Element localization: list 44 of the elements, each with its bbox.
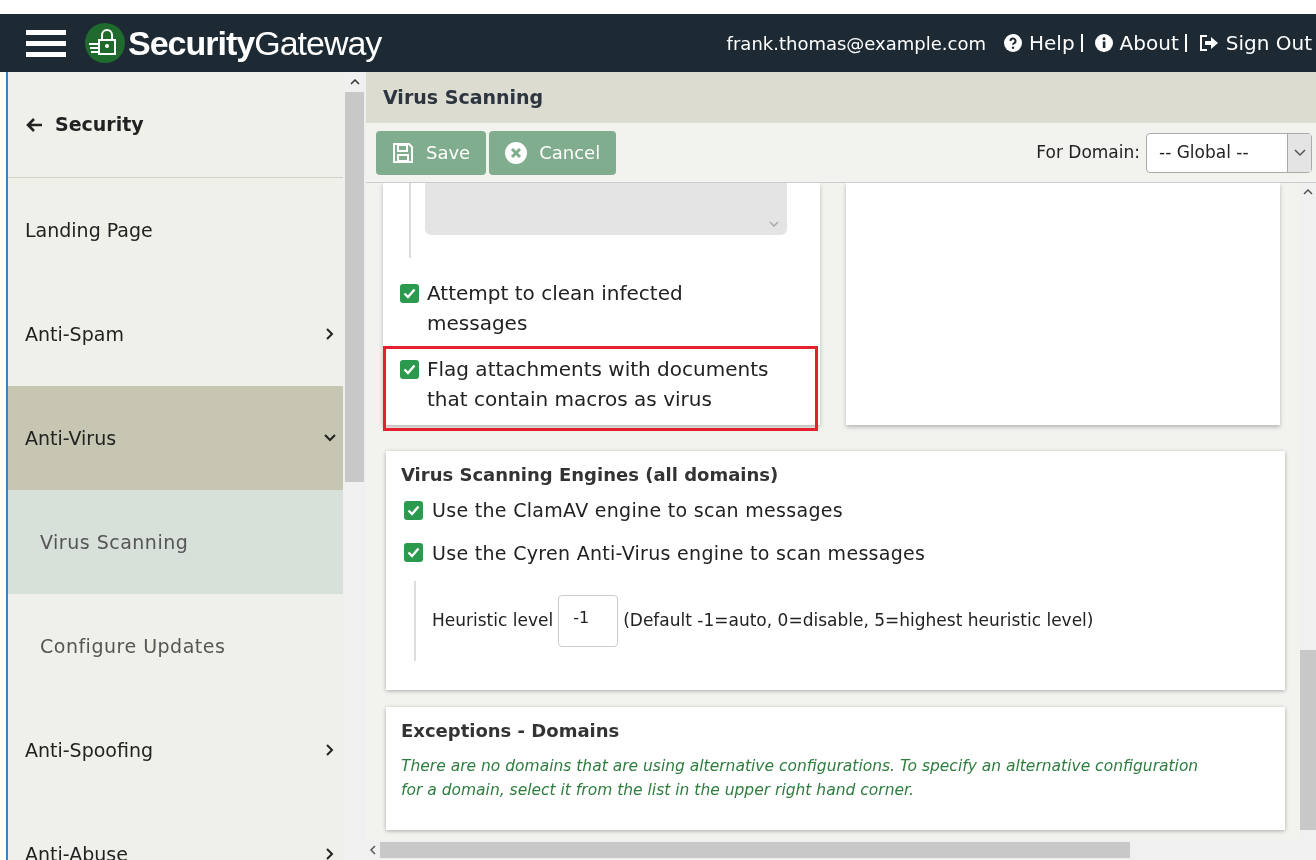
- sidebar-item[interactable]: Virus Scanning: [8, 490, 343, 594]
- scroll-up-icon[interactable]: [349, 79, 360, 85]
- checkbox[interactable]: [404, 500, 423, 520]
- back-arrow-icon: [25, 116, 43, 133]
- sidebar-item[interactable]: Anti-Spoofing: [8, 698, 343, 802]
- sidebar-item[interactable]: Anti-Virus: [8, 386, 343, 490]
- card-title: Exceptions - Domains: [401, 719, 621, 743]
- scroll-left-icon[interactable]: [370, 845, 376, 855]
- heuristic-label: Heuristic level: [432, 609, 554, 633]
- header-link[interactable]: Help: [1004, 28, 1075, 58]
- sidebar-item[interactable]: Landing Page: [8, 178, 343, 282]
- close-icon: [505, 141, 528, 164]
- page-title: Virus Scanning: [383, 85, 544, 111]
- sidebar-scrollbar[interactable]: [343, 72, 366, 860]
- header-link[interactable]: About: [1094, 28, 1179, 58]
- option-label: Use the ClamAV engine to scan messages: [432, 498, 843, 523]
- heuristic-level-field[interactable]: -1: [558, 595, 619, 647]
- domain-dropdown[interactable]: -- Global --: [1146, 132, 1312, 173]
- checkbox[interactable]: [400, 360, 419, 379]
- option-label: Use the Cyren Anti-Virus engine to scan messages: [432, 540, 926, 566]
- scrollbar-thumb[interactable]: [380, 842, 1130, 858]
- checkbox[interactable]: [404, 543, 423, 563]
- menu-icon[interactable]: [26, 28, 66, 58]
- sidebar-item[interactable]: Configure Updates: [8, 594, 343, 698]
- heuristic-hint: (Default -1=auto, 0=disable, 5=highest heuristic level): [623, 609, 1094, 633]
- option-label: Flag attachments with documents that contain macros as virus: [427, 356, 770, 413]
- chevron-down-icon: [1287, 133, 1311, 172]
- scrollbar-thumb[interactable]: [1300, 650, 1316, 830]
- user-email: frank.thomas@example.com: [726, 31, 986, 56]
- domain-label: For Domain:: [1036, 140, 1140, 164]
- sidebar-item[interactable]: Anti-Spam: [8, 282, 343, 386]
- padlock-logo-icon: [84, 22, 126, 64]
- info-icon: [1094, 34, 1113, 52]
- exceptions-message: There are no domains that are using alternative configurations. To specify an alternative configuration for a domain, select it from the list in the upper right hand corner.: [401, 756, 1200, 801]
- option-label: Attempt to clean infected messages: [427, 280, 684, 337]
- help-icon: [1004, 34, 1022, 52]
- header-link[interactable]: Sign Out: [1198, 28, 1312, 58]
- app-logo-text: SecurityGateway: [128, 22, 382, 64]
- scroll-up-icon[interactable]: [1303, 189, 1313, 195]
- checkbox[interactable]: [400, 284, 419, 303]
- sign-out-icon: [1198, 34, 1219, 52]
- chevron-down-icon: [769, 221, 779, 227]
- scrollbar-thumb[interactable]: [345, 92, 364, 482]
- card-title: Virus Scanning Engines (all domains): [401, 463, 780, 487]
